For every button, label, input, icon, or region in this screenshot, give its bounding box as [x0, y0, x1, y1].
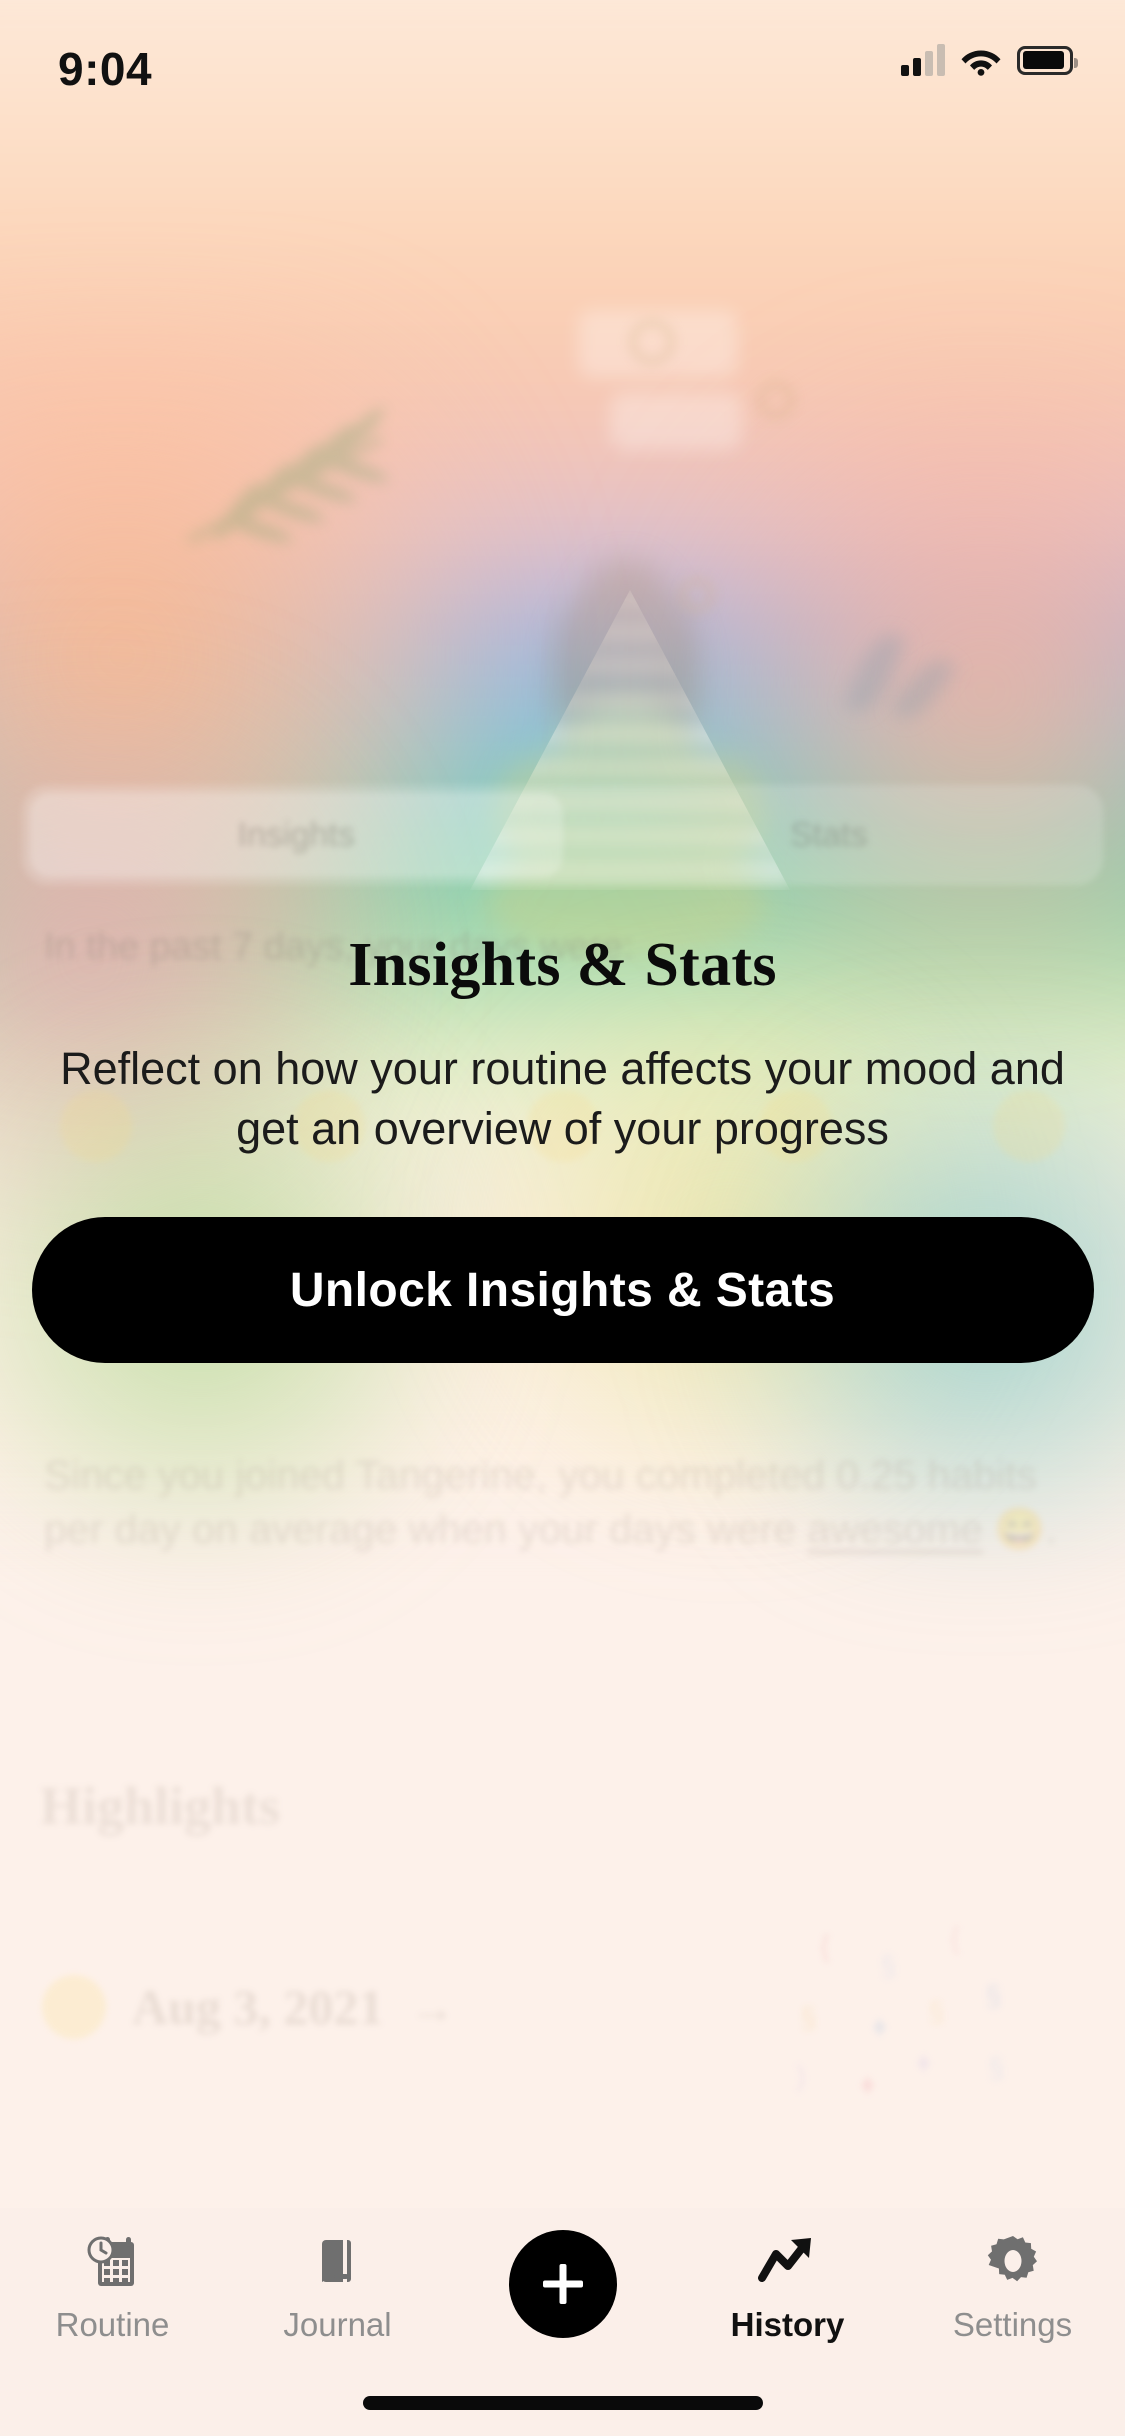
status-bar-time: 9:04 [58, 43, 153, 95]
tab-routine[interactable]: Routine [0, 2230, 225, 2344]
average-habits-summary: Since you joined Tangerine, you complete… [44, 1448, 1085, 1556]
confetti-decoration: § [988, 2052, 1005, 2085]
summary-mood-link[interactable]: awesome [808, 1506, 983, 1552]
tab-settings[interactable]: Settings [900, 2230, 1125, 2344]
chevron-right-arrow-icon: → [409, 1981, 456, 2033]
confetti-decoration: § [800, 2002, 817, 2035]
wifi-icon [961, 50, 1001, 76]
tab-history[interactable]: History [675, 2230, 900, 2344]
highlight-mood-emoji [42, 1975, 106, 2039]
book-icon [309, 2230, 367, 2292]
highlight-date-label: Aug 3, 2021 [132, 1979, 384, 2035]
confetti-decoration: ♦ [860, 2068, 876, 2101]
confetti-decoration: § [928, 1996, 945, 2029]
tab-journal[interactable]: Journal [225, 2230, 450, 2344]
gear-icon [984, 2230, 1042, 2292]
confetti-decoration: ♦ [916, 2046, 932, 2079]
trending-up-icon [757, 2230, 819, 2292]
segment-insights-label: Insights [237, 815, 355, 854]
insights-stats-segmented-control[interactable]: Insights Stats [22, 785, 1103, 885]
paywall-subtitle: Reflect on how your routine affects your… [60, 1043, 1065, 1154]
segment-insights[interactable]: Insights [30, 793, 563, 877]
battery-icon [1017, 45, 1078, 75]
home-indicator[interactable] [362, 2396, 763, 2410]
confetti-decoration: ) [796, 2060, 806, 2093]
tab-routine-label: Routine [55, 2306, 170, 2343]
paywall-overlay: Insights & Stats Reflect on how your rou… [0, 930, 1125, 1363]
summary-emoji: 😄 [994, 1506, 1046, 1552]
confetti-decoration: § [880, 1950, 897, 1983]
confetti-decoration: { [820, 1930, 831, 1963]
highlights-heading: Highlights [40, 1776, 281, 1836]
tab-history-label: History [730, 2306, 845, 2343]
segment-stats[interactable]: Stats [563, 793, 1096, 877]
tab-journal-label: Journal [283, 2306, 392, 2343]
tab-settings-label: Settings [952, 2306, 1073, 2343]
highlight-date-row[interactable]: Aug 3, 2021 → [42, 1975, 455, 2039]
unlock-insights-stats-button[interactable]: Unlock Insights & Stats [31, 1217, 1094, 1363]
segment-stats-label: Stats [790, 815, 868, 854]
cellular-signal-icon [901, 44, 945, 76]
tab-add[interactable] [450, 2230, 675, 2352]
confetti-decoration: { [950, 1922, 961, 1955]
paywall-title: Insights & Stats [348, 931, 777, 999]
calendar-clock-icon [84, 2230, 142, 2292]
summary-suffix-text: . [1045, 1506, 1057, 1552]
status-bar: 9:04 [0, 0, 1125, 132]
confetti-decoration: § [985, 1980, 1002, 2013]
status-bar-indicators [901, 44, 1078, 76]
app-screen: Insights Stats In the past 7 days, your … [0, 0, 1125, 2436]
plus-icon [542, 2264, 583, 2304]
confetti-decoration: ♦ [872, 2010, 888, 2043]
add-entry-button[interactable] [508, 2230, 617, 2338]
